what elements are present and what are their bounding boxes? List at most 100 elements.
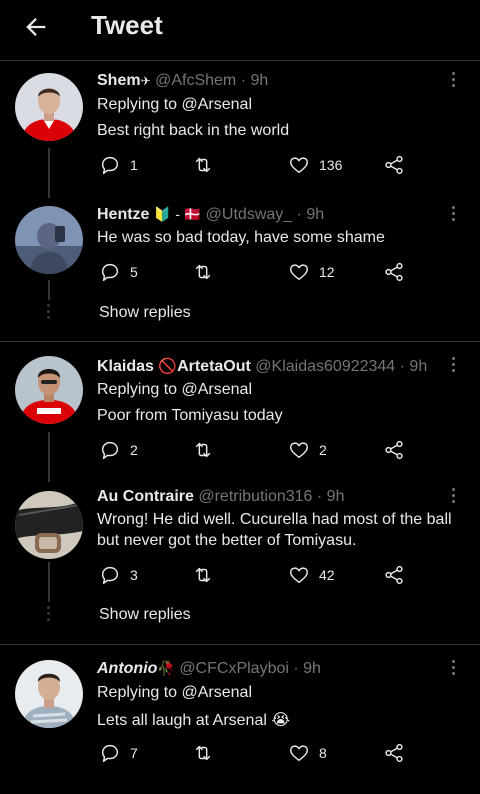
like-button[interactable]: 2 (288, 438, 327, 462)
divider (0, 644, 480, 645)
name-emoji: 🥀 (157, 660, 175, 676)
display-name[interactable]: Shem (97, 72, 141, 89)
thread-gap-dots (46, 304, 52, 322)
share-button[interactable] (383, 563, 405, 587)
display-name[interactable]: Au Contraire (97, 488, 194, 505)
more-icon[interactable] (452, 660, 458, 678)
page-title: Tweet (91, 10, 163, 40)
tweet-text-line: Wrong! He did well. Cucurella had most o… (97, 511, 452, 528)
like-count: 136 (319, 157, 343, 173)
reply-button[interactable]: 1 (99, 153, 138, 177)
tweet-text: Lets all laugh at Arsenal 😭 (97, 710, 290, 730)
avatar[interactable] (15, 206, 83, 274)
share-button[interactable] (383, 741, 405, 765)
reply-button[interactable]: 7 (99, 741, 138, 765)
replying-prefix: Replying to (97, 684, 182, 701)
more-icon[interactable] (452, 206, 458, 224)
avatar[interactable] (15, 660, 83, 728)
retweet-button[interactable] (192, 563, 214, 587)
avatar[interactable] (15, 491, 83, 559)
handle[interactable]: @retribution316 (198, 488, 312, 505)
retweet-icon (195, 745, 211, 761)
display-name[interactable]: Antonio (97, 660, 157, 677)
display-name[interactable]: Klaidas (97, 358, 154, 375)
handle[interactable]: @Klaidas60922344 (255, 358, 395, 375)
tweet-text: He was so bad today, have some shame (97, 229, 385, 246)
retweet-button[interactable] (192, 438, 214, 462)
thread-gap-dots (46, 606, 52, 624)
tweet-header: Au Contraire @retribution316 · 9h (97, 488, 344, 506)
reply-icon (101, 744, 119, 762)
like-count: 12 (319, 264, 335, 280)
reply-count: 1 (130, 157, 138, 173)
retweet-icon (195, 442, 211, 458)
reply-icon (101, 263, 119, 281)
tweet-text-line: but never got the better of Tomiyasu. (97, 532, 357, 549)
reply-button[interactable]: 3 (99, 563, 138, 587)
share-icon (385, 743, 403, 763)
display-name[interactable]: Hentze (97, 206, 149, 223)
handle[interactable]: @CFCxPlayboi (179, 660, 289, 677)
reply-count: 7 (130, 745, 138, 761)
thread-connector (48, 148, 50, 198)
share-icon (385, 155, 403, 175)
retweet-icon (195, 264, 211, 280)
name-emoji: 🔰 - 🇩🇰 (153, 206, 202, 222)
replying-prefix: Replying to (97, 381, 182, 398)
back-arrow-icon[interactable] (22, 13, 50, 41)
retweet-button[interactable] (192, 260, 214, 284)
reply-button[interactable]: 2 (99, 438, 138, 462)
like-button[interactable]: 42 (288, 563, 335, 587)
reply-count: 2 (130, 442, 138, 458)
mention-link[interactable]: @Arsenal (182, 684, 253, 701)
reply-icon (101, 156, 119, 174)
timestamp[interactable]: · 9h (400, 358, 428, 375)
crying-face-emoji: 😭 (271, 712, 291, 729)
thread-connector (48, 562, 50, 602)
handle[interactable]: @Utdsway_ (206, 206, 293, 223)
mention-link[interactable]: @Arsenal (182, 96, 253, 113)
like-button[interactable]: 12 (288, 260, 335, 284)
like-count: 8 (319, 745, 327, 761)
replying-to: Replying to @Arsenal (97, 381, 252, 399)
more-icon[interactable] (452, 488, 458, 506)
show-replies-link[interactable]: Show replies (99, 606, 191, 624)
like-icon (290, 157, 308, 174)
timestamp[interactable]: · 9h (317, 488, 345, 505)
thread-connector (48, 280, 50, 300)
share-icon (385, 565, 403, 585)
share-button[interactable] (383, 260, 405, 284)
share-icon (385, 262, 403, 282)
avatar[interactable] (15, 73, 83, 141)
share-icon (385, 440, 403, 460)
tweet-header: Antonio🥀 @CFCxPlayboi · 9h (97, 660, 321, 678)
retweet-icon (195, 567, 211, 583)
timestamp[interactable]: · 9h (241, 72, 269, 89)
reply-icon (101, 441, 119, 459)
share-button[interactable] (383, 438, 405, 462)
divider (0, 60, 480, 61)
avatar[interactable] (15, 356, 83, 424)
retweet-icon (195, 157, 211, 173)
tweet-text: Poor from Tomiyasu today (97, 407, 283, 424)
tweet-header: Shem✈ @AfcShem · 9h (97, 72, 268, 90)
thread-connector (48, 432, 50, 482)
reply-button[interactable]: 5 (99, 260, 138, 284)
retweet-button[interactable] (192, 153, 214, 177)
like-button[interactable]: 8 (288, 741, 327, 765)
share-button[interactable] (383, 153, 405, 177)
timestamp[interactable]: · 9h (297, 206, 325, 223)
display-name-suffix[interactable]: ArtetaOut (177, 358, 251, 375)
timestamp[interactable]: · 9h (293, 660, 321, 677)
more-icon[interactable] (452, 72, 458, 90)
retweet-button[interactable] (192, 741, 214, 765)
divider (0, 341, 480, 342)
name-emoji: ✈ (140, 74, 151, 88)
tweet-header: Hentze 🔰 - 🇩🇰 @Utdsway_ · 9h (97, 206, 324, 224)
handle[interactable]: @AfcShem (155, 72, 236, 89)
like-icon (290, 264, 308, 281)
show-replies-link[interactable]: Show replies (99, 304, 191, 322)
more-icon[interactable] (452, 357, 458, 375)
like-button[interactable]: 136 (288, 153, 342, 177)
mention-link[interactable]: @Arsenal (182, 381, 253, 398)
